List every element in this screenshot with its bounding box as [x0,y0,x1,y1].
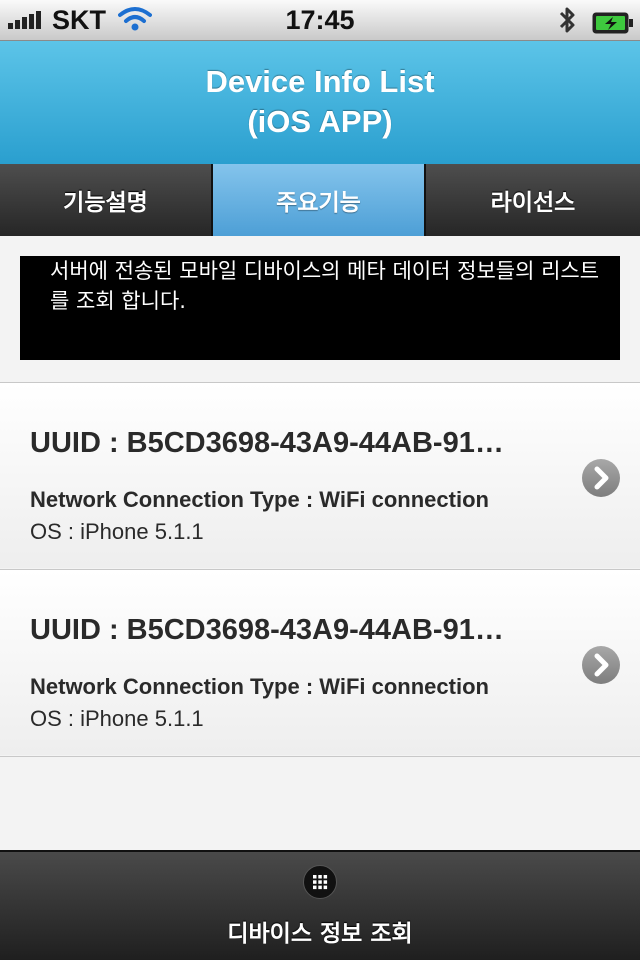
page-subtitle: (iOS APP) [247,104,393,139]
disclosure-chevron-icon[interactable] [582,646,620,684]
clock-time: 17:45 [285,5,355,35]
bluetooth-icon [556,5,578,42]
device-os: OS : iPhone 5.1.1 [30,706,204,731]
device-uuid: UUID : B5CD3698-43A9-44AB-91… [30,427,504,459]
tab-bar: 기능설명 주요기능 라이선스 [0,164,640,236]
bottom-toolbar[interactable]: 디바이스 정보 조회 [0,850,640,960]
list-divider [0,756,640,757]
notice-box: 서버에 전송된 모바일 디바이스의 메타 데이터 정보들의 리스트를 조회 합니… [20,256,620,360]
notice-text: 서버에 전송된 모바일 디바이스의 메타 데이터 정보들의 리스트를 조회 합니… [50,259,600,313]
tab-feature-description[interactable]: 기능설명 [0,164,213,236]
tab-license[interactable]: 라이선스 [426,164,640,236]
device-list-item[interactable]: UUID : B5CD3698-43A9-44AB-91… Network Co… [0,569,640,755]
main-content: 서버에 전송된 모바일 디바이스의 메타 데이터 정보들의 리스트를 조회 합니… [0,236,640,850]
device-uuid: UUID : B5CD3698-43A9-44AB-91… [30,614,504,646]
battery-charging-icon [592,10,634,41]
grid-icon [303,865,337,899]
page-title: Device Info List [205,64,435,99]
bottom-toolbar-label: 디바이스 정보 조회 [227,921,413,947]
device-list-item[interactable]: UUID : B5CD3698-43A9-44AB-91… Network Co… [0,382,640,568]
device-network-type: Network Connection Type : WiFi connectio… [30,674,489,699]
status-bar: SKT 17:45 [0,0,640,41]
disclosure-chevron-icon[interactable] [582,459,620,497]
device-network-type: Network Connection Type : WiFi connectio… [30,487,489,512]
device-os: OS : iPhone 5.1.1 [30,519,204,544]
tab-main-features[interactable]: 주요기능 [213,164,426,236]
app-header: Device Info List (iOS APP) [0,41,640,164]
